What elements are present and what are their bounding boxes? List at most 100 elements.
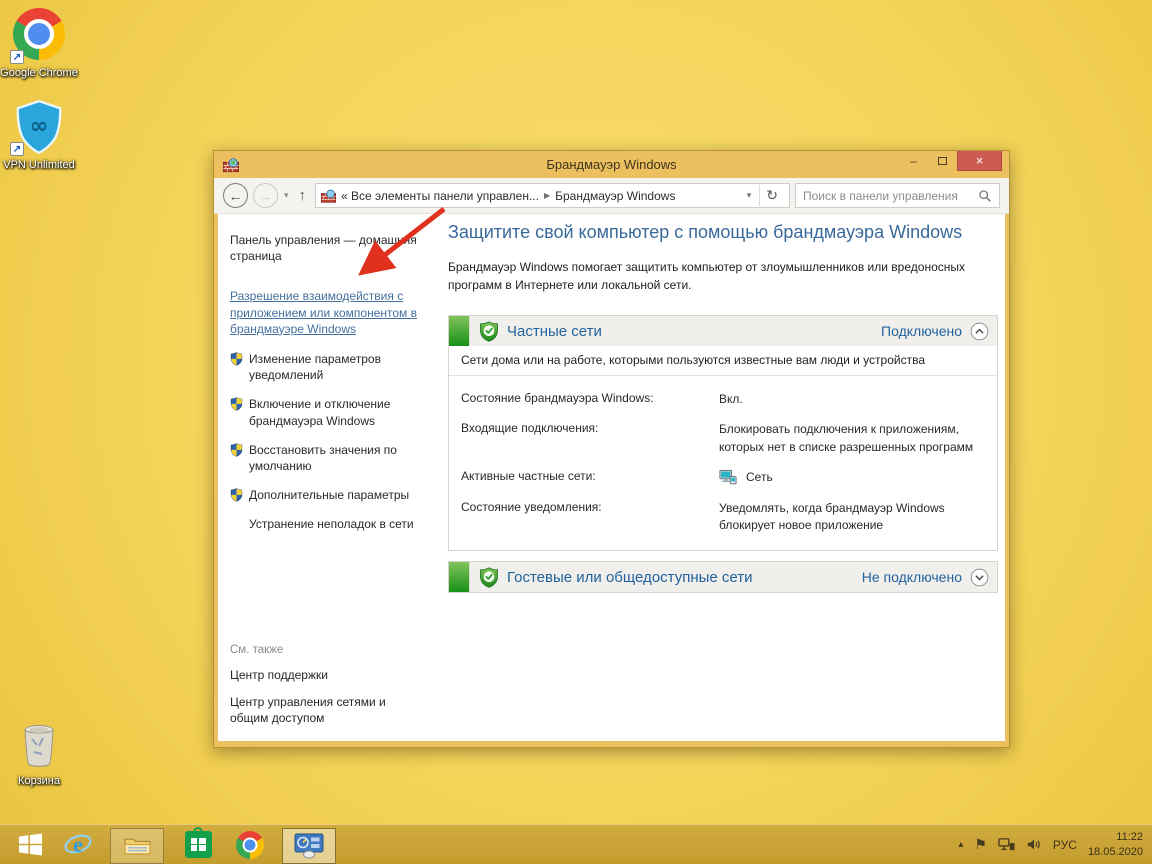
- uac-shield-icon: [230, 443, 243, 457]
- firewall-icon: [321, 189, 336, 203]
- detail-label: Входящие подключения:: [461, 421, 719, 456]
- network-tray-icon[interactable]: [998, 837, 1015, 852]
- sidebar-item-troubleshoot-network[interactable]: Устранение неполадок в сети: [230, 516, 432, 532]
- svg-text:∞: ∞: [30, 113, 49, 139]
- refresh-button[interactable]: ↻: [759, 185, 784, 206]
- sidebar-item-network-sharing-center[interactable]: Центр управления сетями и общим доступом: [230, 694, 420, 726]
- search-icon: [978, 189, 992, 203]
- content-pane: Защитите свой компьютер с помощью брандм…: [448, 222, 998, 593]
- section-title: Частные сети: [507, 323, 602, 340]
- sidebar-item-restore-defaults[interactable]: Восстановить значения по умолчанию: [230, 442, 432, 474]
- internet-explorer-icon: e: [63, 831, 93, 859]
- green-status-bar: [449, 562, 470, 592]
- search-input[interactable]: [803, 189, 973, 203]
- private-networks-header[interactable]: Частные сети Подключено: [449, 316, 997, 346]
- detail-row: Состояние брандмауэра Windows: Вкл.: [461, 391, 985, 408]
- taskbar-item-file-explorer[interactable]: [110, 828, 164, 864]
- sidebar-item-control-panel-home[interactable]: Панель управления — домашняя страница: [230, 232, 432, 264]
- desktop-icon-recycle-bin[interactable]: Корзина: [0, 724, 78, 789]
- sidebar-item-label: Восстановить значения по умолчанию: [249, 442, 432, 474]
- speaker-icon[interactable]: [1026, 837, 1042, 852]
- guest-networks-header[interactable]: Гостевые или общедоступные сети Не подкл…: [449, 562, 997, 592]
- address-dropdown-icon[interactable]: ▾: [744, 190, 755, 201]
- desktop-icon-label: Корзина: [18, 774, 60, 788]
- sidebar-item-label: Устранение неполадок в сети: [249, 516, 414, 532]
- section-title: Гостевые или общедоступные сети: [507, 569, 753, 586]
- green-status-bar: [449, 316, 470, 346]
- see-also-section: См. также Центр поддержки Центр управлен…: [230, 644, 420, 738]
- breadcrumb-current[interactable]: Брандмауэр Windows: [555, 189, 675, 203]
- taskbar: e ▴ ⚑: [0, 824, 1152, 864]
- clock-time: 11:22: [1088, 830, 1143, 844]
- detail-value: Вкл.: [719, 391, 985, 408]
- chrome-icon: [236, 831, 264, 859]
- expand-chevron-icon[interactable]: [970, 568, 989, 587]
- desktop-icon-vpn-unlimited[interactable]: ∞ ↗ VPN Unlimited: [0, 100, 78, 173]
- action-center-flag-icon[interactable]: ⚑: [974, 836, 987, 853]
- address-bar[interactable]: « Все элементы панели управлен... ▶ Бран…: [315, 183, 790, 208]
- firewall-window: Брандмауэр Windows – × ← → ▾ ↑ « Все эле…: [213, 150, 1010, 748]
- detail-row: Входящие подключения: Блокировать подклю…: [461, 421, 985, 456]
- uac-shield-icon: [230, 397, 243, 411]
- see-also-header: См. также: [230, 644, 420, 656]
- taskbar-item-control-panel-active[interactable]: [282, 828, 336, 864]
- breadcrumb-separator-icon: ▶: [544, 191, 550, 200]
- network-icon: [719, 469, 737, 486]
- connection-status: Подключено: [881, 323, 962, 339]
- guest-networks-section: Гостевые или общедоступные сети Не подкл…: [448, 561, 998, 593]
- start-button[interactable]: [6, 825, 54, 864]
- detail-value: Сеть: [746, 469, 773, 486]
- sidebar-item-allow-app[interactable]: Разрешение взаимодействия с приложением …: [230, 288, 432, 337]
- detail-label: Активные частные сети:: [461, 469, 719, 486]
- window-title: Брандмауэр Windows: [214, 157, 1009, 172]
- taskbar-item-windows-store[interactable]: [174, 825, 222, 864]
- detail-row: Активные частные сети: Сеть: [461, 469, 985, 486]
- sidebar-item-label: Включение и отключение брандмауэра Windo…: [249, 396, 432, 428]
- show-hidden-icons-button[interactable]: ▴: [958, 839, 963, 850]
- forward-button[interactable]: →: [253, 183, 278, 208]
- clock[interactable]: 11:22 18.05.2020: [1088, 830, 1143, 859]
- collapse-chevron-icon[interactable]: [970, 322, 989, 341]
- language-indicator[interactable]: РУС: [1053, 838, 1077, 852]
- minimize-button[interactable]: –: [899, 151, 928, 171]
- search-box[interactable]: [795, 183, 1000, 208]
- taskbar-item-internet-explorer[interactable]: e: [54, 825, 102, 864]
- sidebar-item-label: Дополнительные параметры: [249, 487, 409, 503]
- sidebar-item-action-center[interactable]: Центр поддержки: [230, 667, 420, 683]
- connection-status: Не подключено: [862, 569, 962, 585]
- navigation-bar: ← → ▾ ↑ « Все элементы панели управлен..…: [214, 178, 1009, 214]
- page-title: Защитите свой компьютер с помощью брандм…: [448, 222, 998, 243]
- vpn-shield-icon: ∞ ↗: [12, 100, 66, 154]
- history-dropdown-icon[interactable]: ▾: [283, 190, 290, 201]
- uac-shield-icon: [230, 488, 243, 502]
- shield-check-icon: [479, 567, 499, 588]
- sidebar-item-change-notification-settings[interactable]: Изменение параметров уведомлений: [230, 351, 432, 383]
- detail-value: Уведомлять, когда брандмауэр Windows бло…: [719, 500, 985, 535]
- section-details: Состояние брандмауэра Windows: Вкл. Вход…: [449, 376, 997, 550]
- breadcrumb-parent[interactable]: « Все элементы панели управлен...: [341, 189, 539, 203]
- sidebar: Панель управления — домашняя страница Ра…: [230, 232, 432, 545]
- windows-logo-icon: [18, 832, 43, 857]
- clock-date: 18.05.2020: [1088, 845, 1143, 859]
- windows-store-icon: [185, 831, 212, 858]
- close-button[interactable]: ×: [957, 151, 1002, 171]
- sidebar-item-advanced-settings[interactable]: Дополнительные параметры: [230, 487, 432, 503]
- detail-label: Состояние брандмауэра Windows:: [461, 391, 719, 408]
- back-button[interactable]: ←: [223, 183, 248, 208]
- detail-row: Состояние уведомления: Уведомлять, когда…: [461, 500, 985, 535]
- window-content: Панель управления — домашняя страница Ра…: [218, 214, 1005, 741]
- section-subtitle: Сети дома или на работе, которыми пользу…: [449, 346, 997, 376]
- up-button[interactable]: ↑: [295, 187, 311, 204]
- control-panel-icon: [294, 833, 324, 859]
- private-networks-section: Частные сети Подключено Сети дома или на…: [448, 315, 998, 551]
- desktop-icon-chrome[interactable]: ↗ Google Chrome: [0, 8, 78, 81]
- detail-value: Блокировать подключения к приложениям, к…: [719, 421, 985, 456]
- uac-shield-icon: [230, 352, 243, 366]
- sidebar-item-label: Изменение параметров уведомлений: [249, 351, 432, 383]
- detail-label: Состояние уведомления:: [461, 500, 719, 535]
- sidebar-item-turn-firewall-on-off[interactable]: Включение и отключение брандмауэра Windo…: [230, 396, 432, 428]
- maximize-button[interactable]: [928, 151, 957, 171]
- title-bar[interactable]: Брандмауэр Windows – ×: [214, 151, 1009, 178]
- maximize-icon: [938, 157, 947, 165]
- taskbar-item-chrome[interactable]: [226, 825, 274, 864]
